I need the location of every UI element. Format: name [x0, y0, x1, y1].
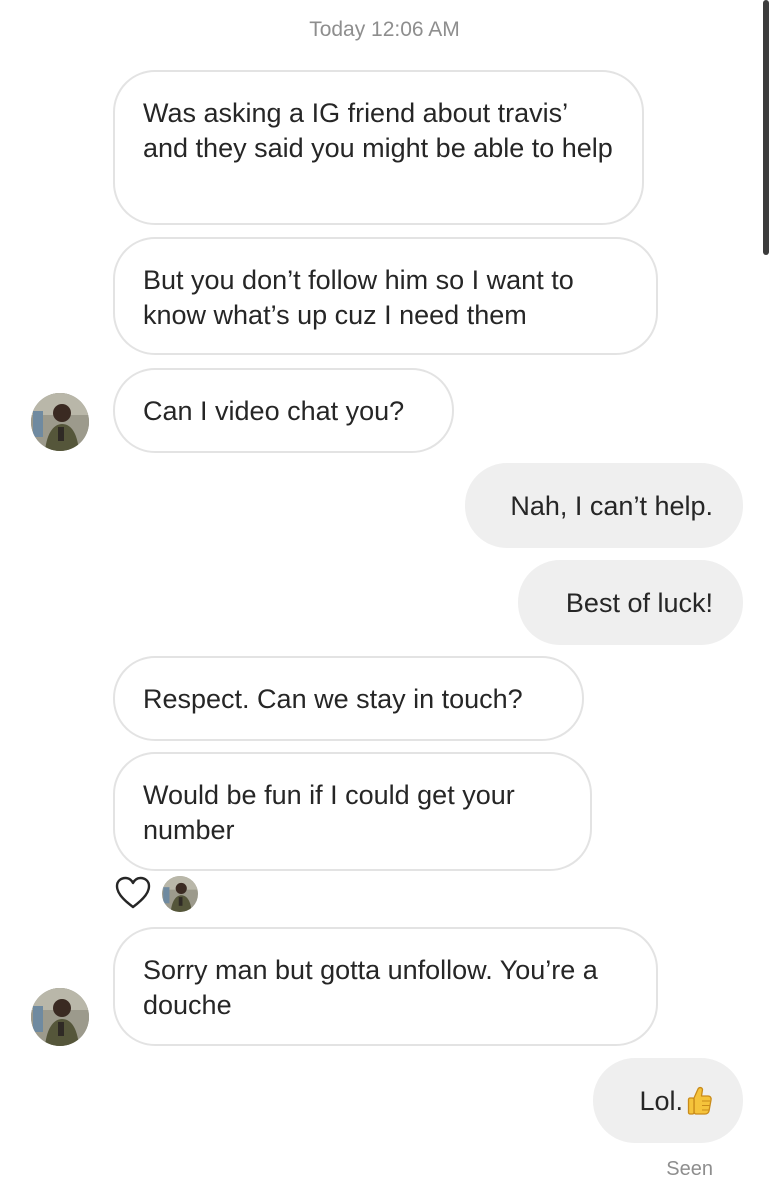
- message-text: But you don’t follow him so I want to kn…: [143, 265, 574, 330]
- reaction-avatar: [162, 876, 198, 912]
- message-text: Was asking a IG friend about travis’ and…: [143, 98, 613, 163]
- message-bubble-incoming[interactable]: Sorry man but gotta unfollow. You’re a d…: [113, 927, 658, 1046]
- message-text: Lol.: [639, 1086, 683, 1116]
- message-bubble-incoming[interactable]: Was asking a IG friend about travis’ and…: [113, 70, 644, 225]
- seen-indicator: Seen: [666, 1158, 713, 1180]
- message-bubble-outgoing[interactable]: Lol.: [593, 1058, 743, 1143]
- message-text: Best of luck!: [565, 588, 713, 618]
- message-text: Respect. Can we stay in touch?: [143, 684, 523, 714]
- message-bubble-incoming[interactable]: Respect. Can we stay in touch?: [113, 656, 584, 741]
- message-timestamp: Today 12:06 AM: [309, 18, 460, 41]
- thumbs-up-icon: [687, 1085, 713, 1115]
- sender-avatar[interactable]: [31, 988, 89, 1046]
- sender-avatar[interactable]: [31, 393, 89, 451]
- heart-icon[interactable]: [115, 876, 151, 910]
- message-bubble-outgoing[interactable]: Best of luck!: [518, 560, 743, 645]
- message-text: Can I video chat you?: [143, 396, 405, 426]
- message-text: Nah, I can’t help.: [510, 491, 713, 521]
- message-text: Would be fun if I could get your number: [143, 780, 515, 845]
- message-bubble-outgoing[interactable]: Nah, I can’t help.: [465, 463, 743, 548]
- message-text: Sorry man but gotta unfollow. You’re a d…: [143, 955, 598, 1020]
- message-bubble-incoming[interactable]: Can I video chat you?: [113, 368, 454, 453]
- message-bubble-incoming[interactable]: Would be fun if I could get your number: [113, 752, 592, 871]
- message-bubble-incoming[interactable]: But you don’t follow him so I want to kn…: [113, 237, 658, 355]
